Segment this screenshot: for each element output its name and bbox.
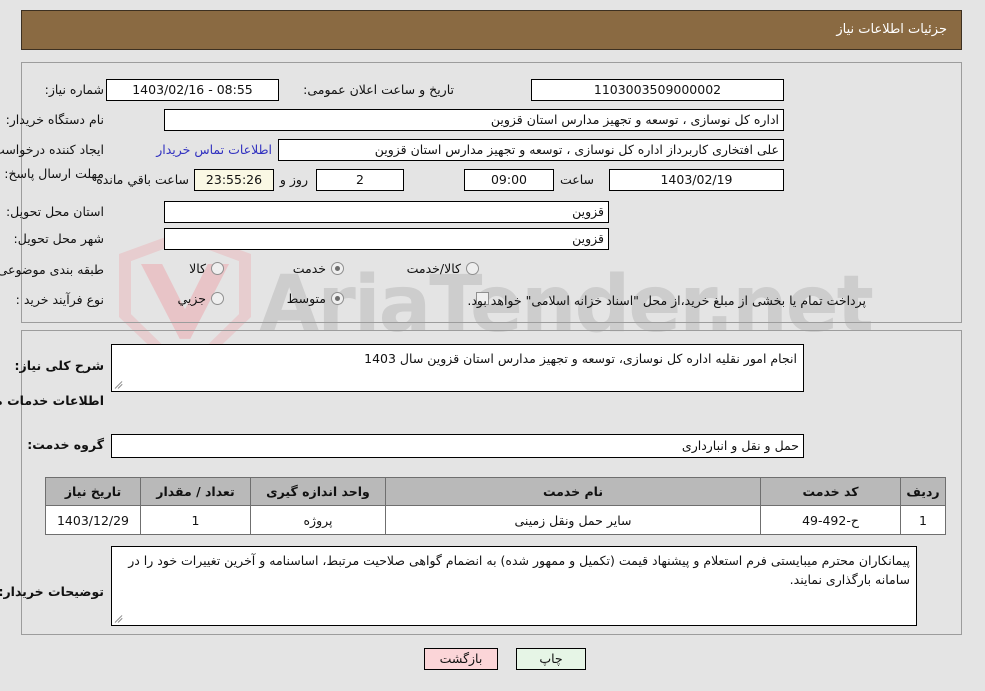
cell-service-code: ح-492-49 xyxy=(761,505,902,535)
services-table: ردیف کد خدمت نام خدمت واحد اندازه گیری ت… xyxy=(46,477,947,535)
general-desc-textarea[interactable]: انجام امور نقلیه اداره کل نوسازی، توسعه … xyxy=(112,344,805,392)
page-title: جزئیات اطلاعات نیاز xyxy=(837,22,948,37)
col-service-name: نام خدمت xyxy=(386,477,762,506)
print-button[interactable]: چاپ xyxy=(517,648,587,670)
deadline-date-value: 1403/02/19 xyxy=(610,169,785,191)
deadline-hour-label: ساعت xyxy=(560,172,595,187)
radio-process-minor-label: جزیي xyxy=(178,291,207,306)
public-announce-label: تاریخ و ساعت اعلان عمومی: xyxy=(304,82,455,97)
radio-classification-goods[interactable]: کالا xyxy=(190,261,225,276)
remaining-time-value: 23:55:26 xyxy=(195,169,275,191)
need-number-value: 1103003509000002 xyxy=(532,79,785,101)
general-desc-label: شرح کلی نیاز: xyxy=(15,358,105,373)
table-row: 1 ح-492-49 سایر حمل ونقل زمینی پروژه 1 1… xyxy=(46,505,947,535)
col-quantity: تعداد / مقدار xyxy=(141,477,252,506)
buyer-org-value: اداره کل نوسازی ، توسعه و تجهیز مدارس اس… xyxy=(165,109,785,131)
col-unit: واحد اندازه گیری xyxy=(251,477,387,506)
radio-classification-goods-service[interactable]: کالا/خدمت xyxy=(408,261,480,276)
classification-label: طبقه بندی موضوعی: xyxy=(0,262,105,277)
delivery-province-label: استان محل تحویل: xyxy=(6,204,105,219)
need-number-label: شماره نیاز: xyxy=(45,82,105,97)
service-group-label: گروه خدمت: xyxy=(28,437,105,452)
table-header-row: ردیف کد خدمت نام خدمت واحد اندازه گیری ت… xyxy=(46,477,947,506)
radio-process-medium-dot[interactable] xyxy=(332,292,345,305)
deadline-hour-value: 09:00 xyxy=(465,169,555,191)
remaining-time-label: ساعت باقي مانده xyxy=(97,172,190,187)
buyer-contact-link[interactable]: اطلاعات تماس خریدار xyxy=(157,142,273,157)
radio-classification-goods-label: کالا xyxy=(190,261,207,276)
service-group-value: حمل و نقل و انبارداری xyxy=(112,434,805,458)
radio-classification-service[interactable]: خدمت xyxy=(294,261,345,276)
cell-service-name: سایر حمل ونقل زمینی xyxy=(386,505,762,535)
delivery-city-label: شهر محل تحویل: xyxy=(14,231,105,246)
radio-process-minor[interactable]: جزیي xyxy=(178,291,225,306)
cell-need-date: 1403/12/29 xyxy=(46,505,142,535)
radio-classification-service-dot[interactable] xyxy=(332,262,345,275)
buyer-org-label: نام دستگاه خریدار: xyxy=(6,112,105,127)
col-need-date: تاریخ نیاز xyxy=(46,477,142,506)
cell-quantity: 1 xyxy=(141,505,252,535)
buyer-notes-textarea[interactable]: پیمانکاران محترم میبایستی فرم استعلام و … xyxy=(112,546,918,626)
need-info-panel xyxy=(22,62,963,323)
delivery-province-value: قزوین xyxy=(165,201,610,223)
resize-grip-icon[interactable] xyxy=(115,379,127,391)
services-section-title: اطلاعات خدمات مورد نیاز xyxy=(0,393,105,408)
radio-process-medium-label: متوسط xyxy=(287,291,327,306)
delivery-city-value: قزوین xyxy=(165,228,610,250)
response-deadline-label: مهلت ارسال پاسخ: تا تاریخ: xyxy=(0,166,105,182)
radio-process-minor-dot[interactable] xyxy=(212,292,225,305)
col-service-code: کد خدمت xyxy=(761,477,902,506)
general-desc-value: انجام امور نقلیه اداره کل نوسازی، توسعه … xyxy=(365,351,798,366)
radio-classification-goods-dot[interactable] xyxy=(212,262,225,275)
radio-process-medium[interactable]: متوسط xyxy=(288,291,345,306)
remaining-days-label: روز و xyxy=(280,172,309,187)
radio-classification-goods-service-dot[interactable] xyxy=(467,262,480,275)
request-creator-label: ایجاد کننده درخواست: xyxy=(0,142,105,157)
radio-classification-service-label: خدمت xyxy=(293,261,327,276)
public-announce-value: 08:55 - 1403/02/16 xyxy=(107,79,280,101)
buyer-notes-label: توضیحات خریدار: xyxy=(0,584,105,599)
resize-grip-icon[interactable] xyxy=(115,613,127,625)
back-button[interactable]: بازگشت xyxy=(425,648,499,670)
radio-classification-goods-service-label: کالا/خدمت xyxy=(407,261,462,276)
buyer-notes-value: پیمانکاران محترم میبایستی فرم استعلام و … xyxy=(129,553,911,588)
cell-row-number: 1 xyxy=(901,505,947,535)
purchase-process-label: نوع فرآیند خرید : xyxy=(16,292,105,307)
response-deadline-label-text: مهلت ارسال پاسخ: تا تاریخ: xyxy=(0,166,105,181)
page-header: جزئیات اطلاعات نیاز xyxy=(22,10,963,50)
remaining-days-value: 2 xyxy=(317,169,405,191)
treasury-docs-label: پرداخت تمام یا بخشی از مبلغ خرید،از محل … xyxy=(468,293,867,308)
cell-unit: پروژه xyxy=(251,505,387,535)
col-row-number: ردیف xyxy=(901,477,947,506)
request-creator-value: علی افتخاری کاربرداز اداره کل نوسازی ، ت… xyxy=(279,139,785,161)
